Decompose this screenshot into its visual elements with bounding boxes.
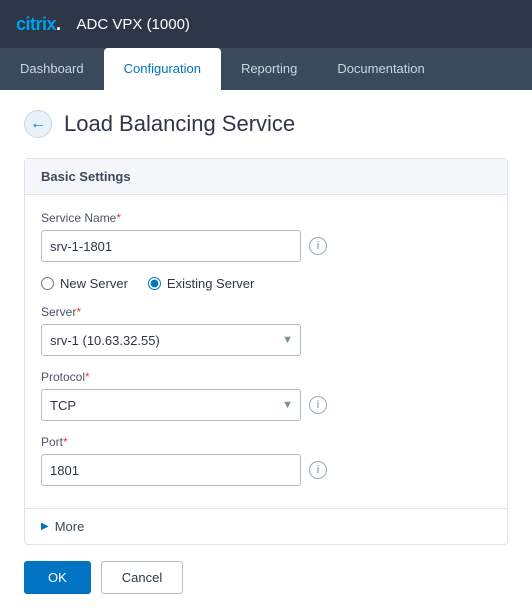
form-card: Basic Settings Service Name* i New Serve… bbox=[24, 158, 508, 545]
tab-documentation[interactable]: Documentation bbox=[317, 48, 444, 90]
citrix-logo: citrix. bbox=[16, 14, 61, 35]
ok-button[interactable]: OK bbox=[24, 561, 91, 594]
protocol-label: Protocol* bbox=[41, 370, 491, 384]
form-section-title: Basic Settings bbox=[25, 159, 507, 195]
top-bar: citrix. ADC VPX (1000) bbox=[0, 0, 532, 48]
service-name-label: Service Name* bbox=[41, 211, 491, 225]
port-label: Port* bbox=[41, 435, 491, 449]
form-footer: OK Cancel bbox=[24, 545, 508, 594]
existing-server-radio[interactable] bbox=[148, 277, 161, 290]
tab-reporting[interactable]: Reporting bbox=[221, 48, 317, 90]
cancel-button[interactable]: Cancel bbox=[101, 561, 183, 594]
server-label: Server* bbox=[41, 305, 491, 319]
protocol-group: Protocol* TCP ▼ i bbox=[41, 370, 491, 421]
more-label: More bbox=[55, 519, 85, 534]
new-server-radio-label[interactable]: New Server bbox=[41, 276, 128, 291]
protocol-select-wrap: TCP ▼ bbox=[41, 389, 301, 421]
service-name-info-icon[interactable]: i bbox=[309, 237, 327, 255]
page-header: ← Load Balancing Service bbox=[24, 110, 508, 138]
page-content: ← Load Balancing Service Basic Settings … bbox=[0, 90, 532, 614]
protocol-info-icon[interactable]: i bbox=[309, 396, 327, 414]
existing-server-radio-label[interactable]: Existing Server bbox=[148, 276, 254, 291]
server-select[interactable]: srv-1 (10.63.32.55) bbox=[41, 324, 301, 356]
port-info-icon[interactable]: i bbox=[309, 461, 327, 479]
service-name-group: Service Name* i bbox=[41, 211, 491, 262]
more-arrow-icon: ▶ bbox=[41, 521, 49, 532]
server-type-radio-group: New Server Existing Server bbox=[41, 276, 491, 291]
form-body: Service Name* i New Server Existing Serv… bbox=[25, 195, 507, 508]
nav-tabs: Dashboard Configuration Reporting Docume… bbox=[0, 48, 532, 90]
back-button[interactable]: ← bbox=[24, 110, 52, 138]
server-input-row: srv-1 (10.63.32.55) ▼ bbox=[41, 324, 491, 356]
protocol-select[interactable]: TCP bbox=[41, 389, 301, 421]
new-server-radio[interactable] bbox=[41, 277, 54, 290]
tab-dashboard[interactable]: Dashboard bbox=[0, 48, 104, 90]
protocol-input-row: TCP ▼ i bbox=[41, 389, 491, 421]
port-group: Port* i bbox=[41, 435, 491, 486]
server-group: Server* srv-1 (10.63.32.55) ▼ bbox=[41, 305, 491, 356]
server-select-wrap: srv-1 (10.63.32.55) ▼ bbox=[41, 324, 301, 356]
more-section[interactable]: ▶ More bbox=[25, 508, 507, 544]
tab-configuration[interactable]: Configuration bbox=[104, 48, 221, 90]
page-title: Load Balancing Service bbox=[64, 111, 295, 137]
service-name-input[interactable] bbox=[41, 230, 301, 262]
port-input-row: i bbox=[41, 454, 491, 486]
app-title: ADC VPX (1000) bbox=[77, 16, 190, 33]
port-input[interactable] bbox=[41, 454, 301, 486]
service-name-input-row: i bbox=[41, 230, 491, 262]
